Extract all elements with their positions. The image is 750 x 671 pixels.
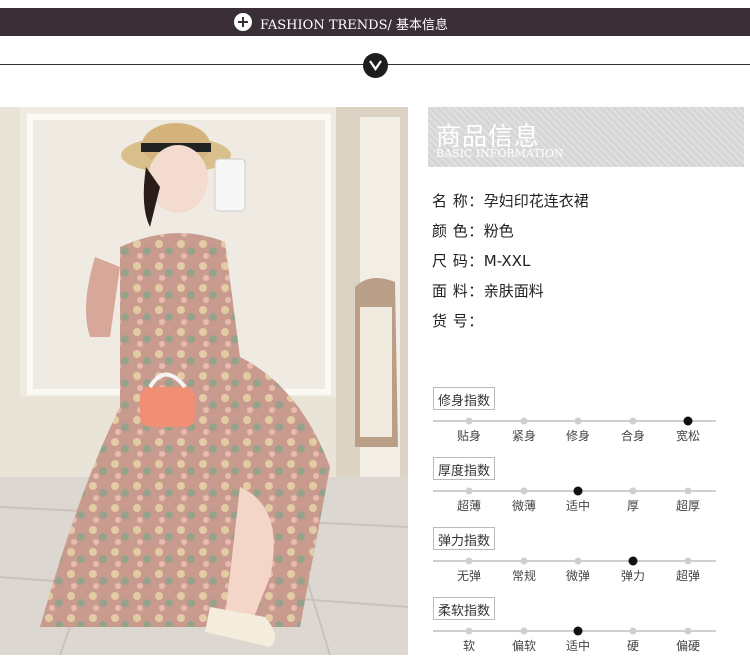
scale-tick-label: 厚 bbox=[626, 499, 640, 513]
scale-dot bbox=[520, 487, 528, 495]
spec-value: 亲肤面料 bbox=[483, 282, 544, 300]
scale-tick-label: 偏软 bbox=[511, 639, 537, 653]
chevron-down-circle-icon[interactable] bbox=[363, 53, 388, 78]
scale-tick-label: 无弹 bbox=[456, 569, 482, 583]
scale-dot bbox=[684, 487, 692, 495]
scale-dot bbox=[520, 627, 528, 635]
scale-dot bbox=[629, 417, 637, 425]
spec-key: 颜 色： bbox=[432, 222, 484, 240]
scale-tick-label: 适中 bbox=[565, 639, 591, 653]
spec-row-name: 名 称：孕妇印花连衣裙 bbox=[432, 190, 589, 211]
scale-tick-label: 硬 bbox=[626, 639, 640, 653]
scale-tick-label: 常规 bbox=[511, 569, 537, 583]
spec-row-fabric: 面 料：亲肤面料 bbox=[432, 280, 544, 301]
top-banner: FASHION TRENDS/ 基本信息 bbox=[0, 8, 750, 36]
scale-dot bbox=[520, 557, 528, 565]
spec-key: 面 料： bbox=[432, 282, 484, 300]
scale-dot bbox=[629, 487, 637, 495]
scale-tick-label: 微弹 bbox=[565, 569, 591, 583]
scale-dot bbox=[465, 627, 473, 635]
info-header: 商品信息 BASIC INFORMATION bbox=[428, 107, 744, 167]
scale-dot bbox=[520, 417, 528, 425]
scale-label: 弹力指数 bbox=[433, 527, 496, 550]
spec-key: 名 称： bbox=[432, 192, 484, 210]
scale-dot-selected bbox=[573, 486, 583, 496]
scale-tick-label: 宽松 bbox=[675, 429, 701, 443]
scale-tick-label: 适中 bbox=[565, 499, 591, 513]
scale-tick-label: 合身 bbox=[620, 429, 646, 443]
scale-tick-label: 贴身 bbox=[456, 429, 482, 443]
scale-dot bbox=[574, 417, 582, 425]
scale-label: 柔软指数 bbox=[433, 597, 496, 620]
scale-tick-label: 修身 bbox=[565, 429, 591, 443]
scale-label: 厚度指数 bbox=[433, 457, 496, 480]
plus-circle-icon bbox=[234, 13, 252, 31]
scale-dot bbox=[574, 557, 582, 565]
spec-row-item-no: 货 号： bbox=[432, 310, 484, 331]
scale-dot-selected bbox=[683, 416, 693, 426]
scale-tick-label: 弹力 bbox=[620, 569, 646, 583]
spec-value: 粉色 bbox=[483, 222, 514, 240]
scale-dot bbox=[684, 557, 692, 565]
spec-value: M-XXL bbox=[483, 252, 531, 270]
spec-key: 货 号： bbox=[432, 312, 484, 330]
info-title-en: BASIC INFORMATION bbox=[436, 147, 564, 160]
scale-dot bbox=[684, 627, 692, 635]
scale-dot-selected bbox=[573, 626, 583, 636]
scale-dot bbox=[465, 557, 473, 565]
scale-dot bbox=[629, 627, 637, 635]
spec-key: 尺 码： bbox=[432, 252, 484, 270]
scale-tick-label: 软 bbox=[462, 639, 476, 653]
spec-row-color: 颜 色：粉色 bbox=[432, 220, 514, 241]
scale-label: 修身指数 bbox=[433, 387, 496, 410]
section-title: FASHION TRENDS/ 基本信息 bbox=[260, 18, 448, 33]
spec-value: 孕妇印花连衣裙 bbox=[483, 192, 589, 210]
scale-tick-label: 微薄 bbox=[511, 499, 537, 513]
scale-dot bbox=[465, 487, 473, 495]
scale-tick-label: 超弹 bbox=[675, 569, 701, 583]
scale-tick-label: 偏硬 bbox=[675, 639, 701, 653]
scale-tick-label: 紧身 bbox=[511, 429, 537, 443]
scale-dot-selected bbox=[628, 556, 638, 566]
product-photo bbox=[0, 107, 408, 655]
scale-dot bbox=[465, 417, 473, 425]
scale-tick-label: 超薄 bbox=[456, 499, 482, 513]
spec-row-size: 尺 码：M-XXL bbox=[432, 250, 530, 271]
scale-tick-label: 超厚 bbox=[675, 499, 701, 513]
